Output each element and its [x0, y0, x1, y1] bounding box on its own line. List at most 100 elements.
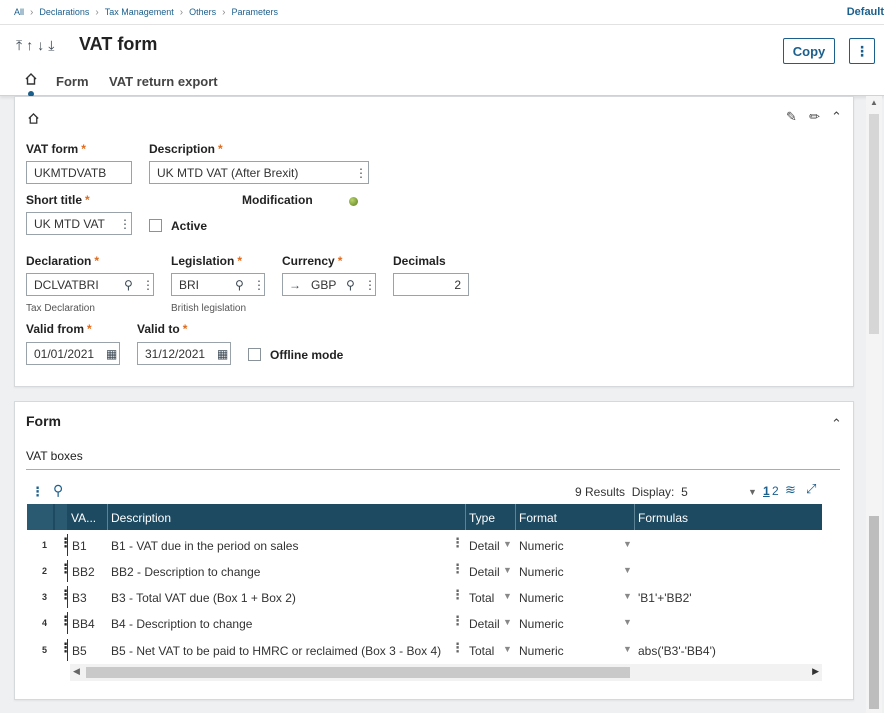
cell-type[interactable]: Total — [469, 644, 494, 658]
valid-from-field[interactable]: 01/01/2021 ▦ — [26, 342, 120, 365]
search-icon[interactable]: ⚲ — [346, 278, 355, 292]
collapse-icon[interactable]: ⌃ — [831, 109, 842, 125]
column-header-format[interactable]: Format — [519, 511, 557, 525]
dropdown-icon[interactable]: ▼ — [623, 644, 632, 654]
cell-format[interactable]: Numeric — [519, 644, 564, 658]
more-icon[interactable]: ⋮ — [253, 278, 265, 292]
cell-description[interactable]: BB2 - Description to change — [111, 565, 260, 579]
more-icon[interactable]: ⋮ — [451, 562, 464, 576]
cell-description[interactable]: B3 - Total VAT due (Box 1 + Box 2) — [111, 591, 296, 605]
layers-icon[interactable]: ≋ — [785, 482, 796, 498]
tab-form[interactable]: Form — [56, 74, 89, 89]
calendar-icon[interactable]: ▦ — [106, 347, 117, 361]
row-menu-icon[interactable]: ⋮ — [59, 588, 72, 602]
decimals-field[interactable]: 2 — [393, 273, 469, 296]
grid-actions-icon[interactable]: ⋮ — [31, 484, 44, 500]
more-icon[interactable]: ⋮ — [119, 217, 131, 231]
more-icon[interactable]: ⋮ — [364, 278, 376, 292]
declaration-field[interactable]: DCLVATBRI ⚲ ⋮ — [26, 273, 154, 296]
active-checkbox[interactable] — [149, 219, 162, 232]
cell-type[interactable]: Detail — [469, 617, 500, 631]
collapse-icon[interactable]: ⌃ — [831, 416, 842, 432]
more-actions-button[interactable]: ⋮ — [849, 38, 875, 64]
edit-icon[interactable]: ✏ — [809, 109, 820, 125]
home-icon[interactable] — [24, 72, 38, 86]
table-row[interactable]: 1 ⋮ B1 B1 - VAT due in the period on sal… — [27, 532, 822, 558]
cell-type[interactable]: Detail — [469, 539, 500, 553]
copy-button[interactable]: Copy — [783, 38, 835, 64]
offline-mode-checkbox[interactable] — [248, 348, 261, 361]
tab-vat-return-export[interactable]: VAT return export — [109, 74, 218, 89]
row-menu-icon[interactable]: ⋮ — [59, 641, 72, 655]
table-row[interactable]: 5 ⋮ B5 B5 - Net VAT to be paid to HMRC o… — [27, 637, 822, 663]
first-record-icon[interactable]: ⤒ — [16, 37, 26, 53]
currency-field[interactable]: → GBP ⚲ ⋮ — [282, 273, 376, 296]
cell-code[interactable]: B3 — [72, 591, 87, 605]
more-icon[interactable]: ⋮ — [142, 278, 154, 292]
page-2-link[interactable]: 2 — [772, 484, 779, 498]
cell-format[interactable]: Numeric — [519, 565, 564, 579]
cell-type[interactable]: Total — [469, 591, 494, 605]
breadcrumb-declarations[interactable]: Declarations — [39, 7, 89, 17]
more-icon[interactable]: ⋮ — [355, 166, 367, 180]
short-title-field[interactable]: UK MTD VAT ⋮ — [26, 212, 132, 235]
vertical-scrollbar[interactable]: ▲ — [866, 96, 882, 713]
page-1-link[interactable]: 1 — [763, 484, 770, 498]
breadcrumb-others[interactable]: Others — [189, 7, 216, 17]
home-icon[interactable] — [27, 112, 40, 125]
scroll-up-icon[interactable]: ▲ — [870, 98, 878, 107]
cell-format[interactable]: Numeric — [519, 617, 564, 631]
search-icon[interactable]: ⚲ — [124, 278, 133, 292]
cell-formula[interactable]: abs('B3'-'BB4') — [638, 644, 716, 658]
cell-description[interactable]: B5 - Net VAT to be paid to HMRC or recla… — [111, 644, 441, 658]
cell-type[interactable]: Detail — [469, 565, 500, 579]
cell-format[interactable]: Numeric — [519, 539, 564, 553]
more-icon[interactable]: ⋮ — [451, 641, 464, 655]
table-row[interactable]: 4 ⋮ BB4 B4 - Description to change ⋮ Det… — [27, 610, 822, 636]
table-row[interactable]: 2 ⋮ BB2 BB2 - Description to change ⋮ De… — [27, 558, 822, 584]
scroll-thumb[interactable] — [86, 667, 630, 678]
more-icon[interactable]: ⋮ — [451, 536, 464, 550]
cell-description[interactable]: B4 - Description to change — [111, 617, 252, 631]
calendar-icon[interactable]: ▦ — [217, 347, 228, 361]
scroll-thumb[interactable] — [869, 114, 879, 334]
table-row[interactable]: 3 ⋮ B3 B3 - Total VAT due (Box 1 + Box 2… — [27, 584, 822, 610]
previous-record-icon[interactable]: ↑ — [26, 37, 37, 53]
cell-code[interactable]: BB2 — [72, 565, 95, 579]
breadcrumb-parameters[interactable]: Parameters — [231, 7, 278, 17]
dropdown-icon[interactable]: ▼ — [503, 565, 512, 575]
dropdown-icon[interactable]: ▼ — [503, 539, 512, 549]
scroll-thumb[interactable] — [869, 516, 879, 709]
vat-form-field[interactable]: UKMTDVATB — [26, 161, 132, 184]
scroll-left-icon[interactable]: ◀ — [73, 666, 80, 677]
cell-description[interactable]: B1 - VAT due in the period on sales — [111, 539, 298, 553]
dropdown-icon[interactable]: ▼ — [623, 617, 632, 627]
breadcrumb-all[interactable]: All — [14, 7, 24, 17]
legislation-field[interactable]: BRI ⚲ ⋮ — [171, 273, 265, 296]
cell-format[interactable]: Numeric — [519, 591, 564, 605]
dropdown-icon[interactable]: ▼ — [623, 539, 632, 549]
search-icon[interactable]: ⚲ — [235, 278, 244, 292]
arrow-right-icon[interactable]: → — [289, 278, 301, 292]
dropdown-icon[interactable]: ▼ — [503, 591, 512, 601]
cell-code[interactable]: B5 — [72, 644, 87, 658]
default-folder-link[interactable]: Default — [847, 6, 884, 18]
dropdown-icon[interactable]: ▼ — [623, 565, 632, 575]
dropdown-icon[interactable]: ▼ — [503, 617, 512, 627]
row-menu-icon[interactable]: ⋮ — [59, 562, 72, 576]
cell-code[interactable]: B1 — [72, 539, 87, 553]
search-icon[interactable]: ⚲ — [53, 482, 63, 499]
more-icon[interactable]: ⋮ — [451, 614, 464, 628]
scroll-right-icon[interactable]: ▶ — [812, 666, 819, 677]
description-field[interactable]: UK MTD VAT (After Brexit) ⋮ — [149, 161, 369, 184]
next-record-icon[interactable]: ↓ — [37, 37, 48, 53]
row-menu-icon[interactable]: ⋮ — [59, 614, 72, 628]
dropdown-icon[interactable]: ▼ — [623, 591, 632, 601]
valid-to-field[interactable]: 31/12/2021 ▦ — [137, 342, 231, 365]
display-dropdown-icon[interactable]: ▼ — [748, 487, 757, 497]
horizontal-scrollbar[interactable]: ◀ ▶ — [70, 664, 822, 681]
expand-icon[interactable]: ⤢ — [806, 481, 816, 497]
last-record-icon[interactable]: ⤓ — [48, 37, 58, 53]
column-header-type[interactable]: Type — [469, 511, 495, 525]
pin-icon[interactable]: ✎ — [786, 109, 797, 125]
